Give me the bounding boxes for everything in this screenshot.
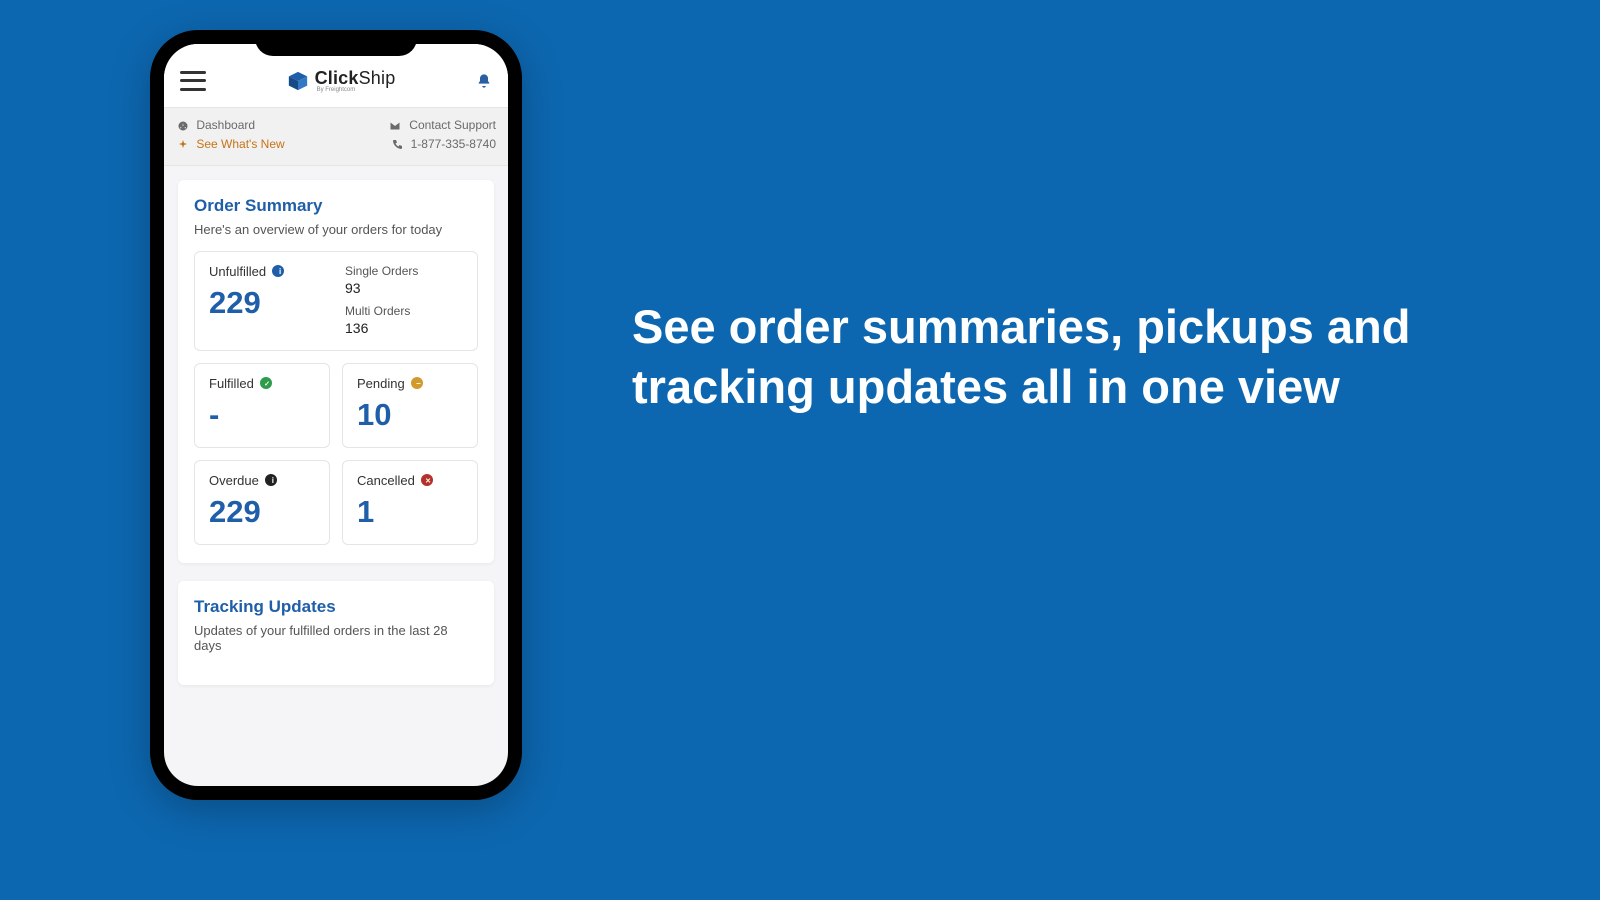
contact-support-link[interactable]: Contact Support	[389, 116, 496, 135]
brand-secondary: Ship	[359, 68, 396, 88]
main-content: Order Summary Here's an overview of your…	[164, 166, 508, 717]
sparkle-icon	[176, 136, 189, 155]
phone-notch	[255, 30, 417, 56]
whats-new-label: See What's New	[196, 137, 284, 151]
multi-orders-stat: Multi Orders 136	[345, 304, 463, 336]
single-orders-stat: Single Orders 93	[345, 264, 463, 296]
info-icon	[272, 265, 284, 277]
pending-label: Pending	[357, 376, 405, 391]
multi-orders-label: Multi Orders	[345, 304, 463, 318]
sub-bar: Dashboard Contact Support See What's New…	[164, 108, 508, 166]
phone-number: 1-877-335-8740	[411, 137, 496, 151]
cancelled-label: Cancelled	[357, 473, 415, 488]
phone-icon	[390, 136, 403, 155]
mail-icon	[389, 116, 402, 135]
box-icon	[287, 70, 309, 92]
cancelled-card[interactable]: Cancelled 1	[342, 460, 478, 545]
unfulfilled-value: 229	[209, 285, 327, 321]
order-summary-subtitle: Here's an overview of your orders for to…	[194, 222, 478, 237]
marketing-headline: See order summaries, pickups and trackin…	[632, 297, 1412, 417]
cancelled-value: 1	[357, 494, 463, 530]
tracking-updates-panel: Tracking Updates Updates of your fulfill…	[178, 581, 494, 685]
overdue-value: 229	[209, 494, 315, 530]
unfulfilled-label: Unfulfilled	[209, 264, 266, 279]
single-orders-value: 93	[345, 280, 463, 296]
brand-primary: Click	[315, 68, 359, 88]
fulfilled-value: -	[209, 397, 315, 433]
single-orders-label: Single Orders	[345, 264, 463, 278]
fulfilled-card[interactable]: Fulfilled -	[194, 363, 330, 448]
fulfilled-label: Fulfilled	[209, 376, 254, 391]
order-summary-title: Order Summary	[194, 196, 478, 216]
overdue-label: Overdue	[209, 473, 259, 488]
pending-card[interactable]: Pending 10	[342, 363, 478, 448]
overdue-card[interactable]: Overdue 229	[194, 460, 330, 545]
tracking-subtitle: Updates of your fulfilled orders in the …	[194, 623, 478, 653]
order-summary-panel: Order Summary Here's an overview of your…	[178, 180, 494, 563]
pending-value: 10	[357, 397, 463, 433]
support-phone[interactable]: 1-877-335-8740	[390, 135, 496, 154]
hamburger-menu-icon[interactable]	[180, 71, 206, 91]
bell-icon[interactable]	[476, 72, 492, 90]
contact-label: Contact Support	[409, 118, 496, 132]
whats-new-link[interactable]: See What's New	[176, 135, 285, 154]
check-icon	[260, 377, 272, 389]
close-icon	[421, 474, 433, 486]
breadcrumb-dashboard[interactable]: Dashboard	[176, 116, 255, 135]
unfulfilled-card[interactable]: Unfulfilled 229 Single Orders 93 Mu	[194, 251, 478, 351]
multi-orders-value: 136	[345, 320, 463, 336]
dashboard-label: Dashboard	[196, 118, 255, 132]
phone-frame: ClickShip By Freightcom Dashboard Contac…	[150, 30, 522, 800]
minus-icon	[411, 377, 423, 389]
tracking-title: Tracking Updates	[194, 597, 478, 617]
info-dark-icon	[265, 474, 277, 486]
app-screen: ClickShip By Freightcom Dashboard Contac…	[164, 44, 508, 786]
app-logo[interactable]: ClickShip By Freightcom	[287, 68, 396, 93]
gauge-icon	[176, 116, 189, 135]
